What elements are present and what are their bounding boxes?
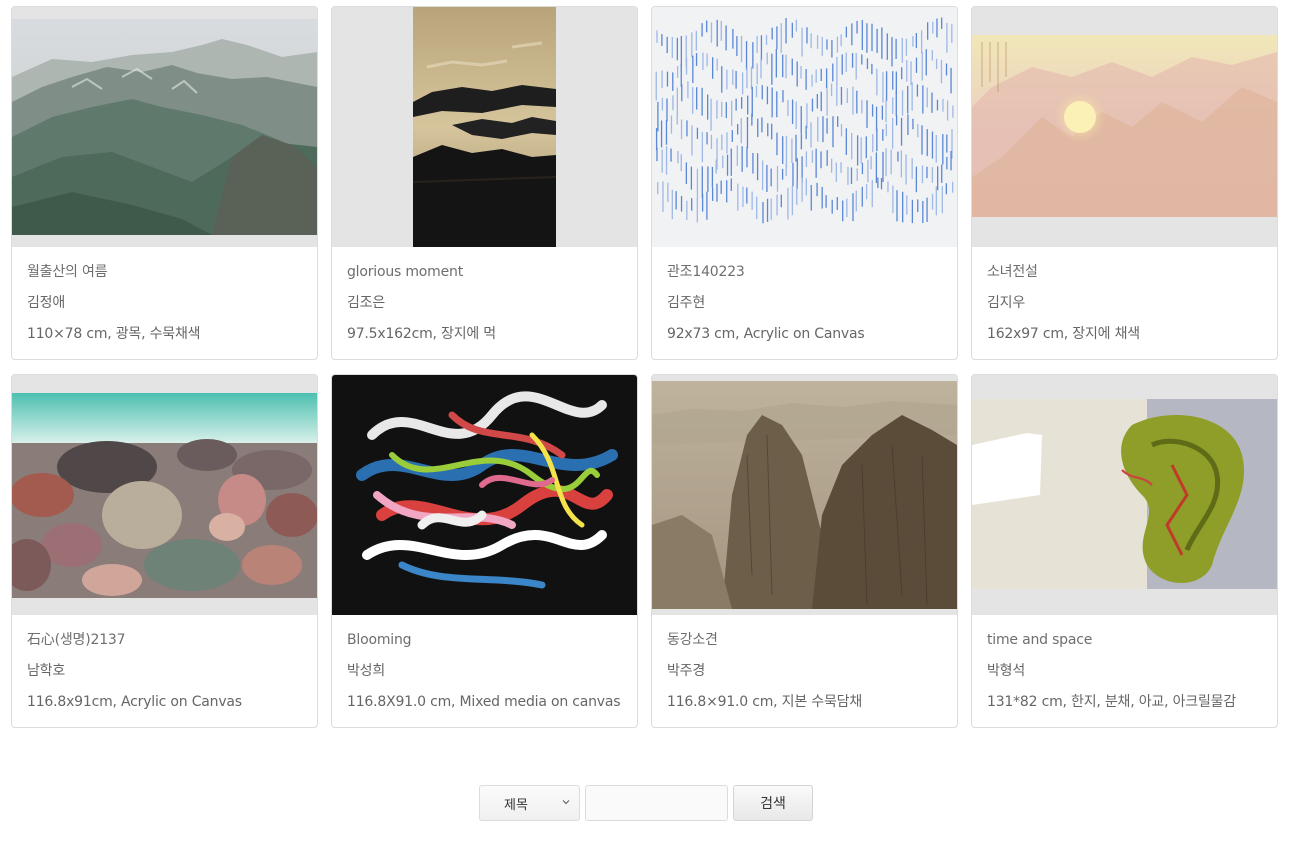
artwork-spec: 116.8×91.0 cm, 지본 수묵담채 [667,694,862,710]
search-field-select[interactable]: 제목 [479,785,580,821]
artwork-artist: 김주현 [667,295,706,311]
artwork-card[interactable]: 관조140223 김주현 92x73 cm, Acrylic on Canvas [651,6,958,360]
artwork-title[interactable]: 월출산의 여름 [27,257,302,288]
artwork-thumbnail[interactable] [972,375,1277,615]
artwork-artist: 김조은 [347,295,386,311]
artwork-thumbnail[interactable] [12,375,317,615]
search-field-label: 제목 [504,797,528,813]
artwork-card[interactable]: 동강소견 박주경 116.8×91.0 cm, 지본 수묵담채 [651,374,958,728]
artwork-spec: 92x73 cm, Acrylic on Canvas [667,326,865,342]
artwork-artist: 박형석 [987,663,1026,679]
pebble-beach-painting [12,375,317,615]
artwork-artist: 김정애 [27,295,66,311]
artwork-card[interactable]: time and space 박형석 131*82 cm, 한지, 분채, 아교… [971,374,1278,728]
artwork-spec: 116.8X91.0 cm, Mixed media on canvas [347,694,621,710]
artwork-title[interactable]: 관조140223 [667,257,942,288]
search-input[interactable] [585,785,728,821]
green-abstract-painting [972,375,1277,615]
artwork-artist: 남학호 [27,663,66,679]
artwork-thumbnail[interactable] [332,7,637,247]
artwork-spec: 97.5x162cm, 장지에 먹 [347,326,496,342]
artwork-spec: 162x97 cm, 장지에 채색 [987,326,1140,342]
artwork-card[interactable]: glorious moment 김조은 97.5x162cm, 장지에 먹 [331,6,638,360]
artwork-title[interactable]: 石心(생명)2137 [27,625,302,656]
artwork-card[interactable]: 월출산의 여름 김정애 110×78 cm, 광목, 수묵채색 [11,6,318,360]
artwork-thumbnail[interactable] [652,7,957,247]
ink-clouds-vertical-painting [332,7,637,247]
artwork-title[interactable]: 동강소견 [667,625,942,656]
chevron-down-icon [562,800,570,805]
mountain-landscape-painting [12,7,317,247]
pink-sunrise-mountain-painting [972,7,1277,247]
artwork-card[interactable]: 소녀전설 김지우 162x97 cm, 장지에 채색 [971,6,1278,360]
artwork-thumbnail[interactable] [972,7,1277,247]
blue-lines-pattern-painting [652,7,957,247]
artwork-thumbnail[interactable] [12,7,317,247]
artwork-grid: 월출산의 여름 김정애 110×78 cm, 광목, 수묵채색 glorious… [11,6,1278,728]
colorful-abstract-painting [332,375,637,615]
brown-cliff-ink-painting [652,375,957,615]
artwork-card[interactable]: 石心(생명)2137 남학호 116.8x91cm, Acrylic on Ca… [11,374,318,728]
artwork-thumbnail[interactable] [332,375,637,615]
artwork-artist: 박주경 [667,663,706,679]
search-bar: 제목 검색 [479,785,813,821]
artwork-spec: 131*82 cm, 한지, 분채, 아교, 아크릴물감 [987,694,1237,710]
artwork-title[interactable]: 소녀전설 [987,257,1262,288]
artwork-thumbnail[interactable] [652,375,957,615]
artwork-title[interactable]: time and space [987,625,1262,656]
artwork-title[interactable]: glorious moment [347,257,622,288]
artwork-spec: 116.8x91cm, Acrylic on Canvas [27,694,242,710]
search-button[interactable]: 검색 [733,785,813,821]
artwork-artist: 김지우 [987,295,1026,311]
artwork-card[interactable]: Blooming 박성희 116.8X91.0 cm, Mixed media … [331,374,638,728]
artwork-artist: 박성희 [347,663,386,679]
artwork-title[interactable]: Blooming [347,625,622,656]
artwork-spec: 110×78 cm, 광목, 수묵채색 [27,326,201,342]
